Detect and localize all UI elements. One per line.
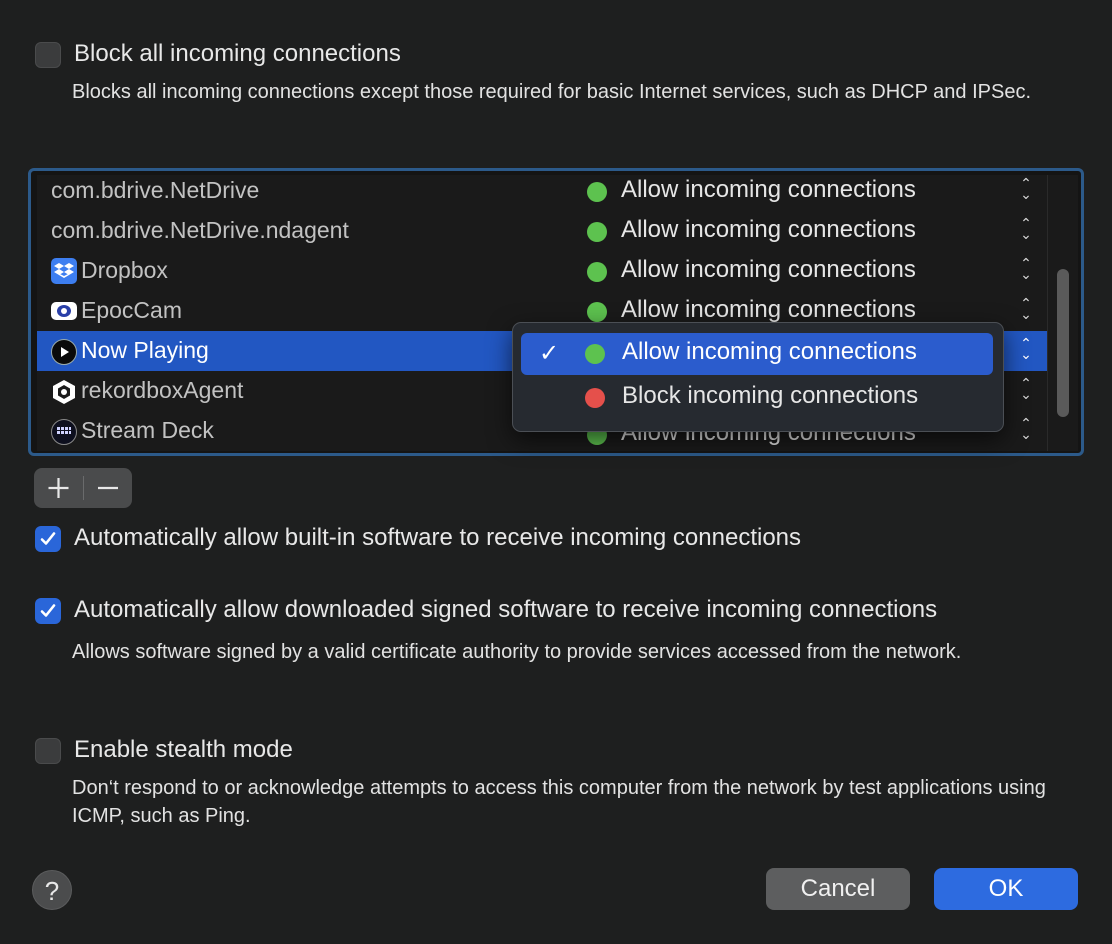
auto-signed-description: Allows software signed by a valid certif… <box>72 641 962 663</box>
menu-item-allow[interactable]: ✓ Allow incoming connections <box>521 333 993 375</box>
minus-icon <box>98 486 118 490</box>
connection-popup-menu: ✓ Allow incoming connections Block incom… <box>512 322 1004 432</box>
block-all-label: Block all incoming connections <box>74 40 401 67</box>
app-name: EpocCam <box>81 297 182 323</box>
table-row[interactable]: com.bdrive.NetDrive Allow incoming conne… <box>37 175 1047 211</box>
scrollbar[interactable] <box>1047 175 1078 451</box>
app-name: rekordboxAgent <box>81 377 244 403</box>
allow-status-dot <box>587 302 607 322</box>
list-add-remove-control <box>34 468 132 508</box>
plus-icon <box>48 478 69 498</box>
stealth-mode-label: Enable stealth mode <box>74 736 293 763</box>
epoccam-icon <box>51 302 77 320</box>
chevron-updown-icon[interactable]: ⌃ ⌄ <box>1019 216 1033 241</box>
add-button[interactable] <box>34 468 83 508</box>
scrollbar-thumb[interactable] <box>1057 269 1069 417</box>
block-all-description: Blocks all incoming connections except t… <box>72 81 1031 103</box>
app-name: com.bdrive.NetDrive.ndagent <box>51 217 349 243</box>
chevron-updown-icon[interactable]: ⌃ ⌄ <box>1019 256 1033 281</box>
rekordbox-icon <box>51 379 77 405</box>
auto-signed-checkbox[interactable] <box>35 598 61 624</box>
app-name: Dropbox <box>81 257 168 283</box>
chevron-updown-icon[interactable]: ⌃ ⌄ <box>1019 176 1033 201</box>
table-row[interactable]: com.bdrive.NetDrive.ndagent Allow incomi… <box>37 211 1047 251</box>
status-popup-button[interactable]: Allow incoming connections <box>621 216 916 244</box>
chevron-updown-icon[interactable]: ⌃ ⌄ <box>1019 376 1033 401</box>
stealth-mode-description: Don‘t respond to or acknowledge attempts… <box>72 777 1046 827</box>
chevron-updown-icon[interactable]: ⌃ ⌄ <box>1019 416 1033 441</box>
status-popup-button[interactable]: Allow incoming connections <box>621 176 916 204</box>
app-name: Stream Deck <box>81 417 214 443</box>
chevron-updown-icon[interactable]: ⌃ ⌄ <box>1019 296 1033 321</box>
block-status-dot <box>585 388 605 408</box>
allow-status-dot <box>587 262 607 282</box>
menu-item-label: Block incoming connections <box>622 382 919 409</box>
block-all-checkbox[interactable] <box>35 42 61 68</box>
cancel-button[interactable]: Cancel <box>766 868 910 910</box>
stealth-mode-checkbox[interactable] <box>35 738 61 764</box>
menu-item-label: Allow incoming connections <box>622 338 917 365</box>
app-name: com.bdrive.NetDrive <box>51 177 260 203</box>
checkmark-icon: ✓ <box>539 340 560 367</box>
table-row[interactable]: Dropbox Allow incoming connections ⌃ ⌄ <box>37 251 1047 291</box>
chevron-updown-icon[interactable]: ⌃ ⌄ <box>1019 336 1033 361</box>
now-playing-icon <box>51 339 77 365</box>
status-popup-button[interactable]: Allow incoming connections <box>621 256 916 284</box>
stream-deck-icon <box>51 419 77 445</box>
status-popup-button[interactable]: Allow incoming connections <box>621 296 916 324</box>
dropbox-icon <box>51 258 77 284</box>
remove-button[interactable] <box>84 468 133 508</box>
allow-status-dot <box>587 222 607 242</box>
auto-builtin-label: Automatically allow built-in software to… <box>74 524 802 551</box>
allow-status-dot <box>585 344 605 364</box>
auto-builtin-checkbox[interactable] <box>35 526 61 552</box>
allow-status-dot <box>587 182 607 202</box>
help-button[interactable]: ? <box>32 870 72 910</box>
auto-signed-label: Automatically allow downloaded signed so… <box>74 596 938 623</box>
ok-button[interactable]: OK <box>934 868 1078 910</box>
app-name: Now Playing <box>81 337 209 363</box>
menu-item-block[interactable]: Block incoming connections <box>521 377 993 419</box>
